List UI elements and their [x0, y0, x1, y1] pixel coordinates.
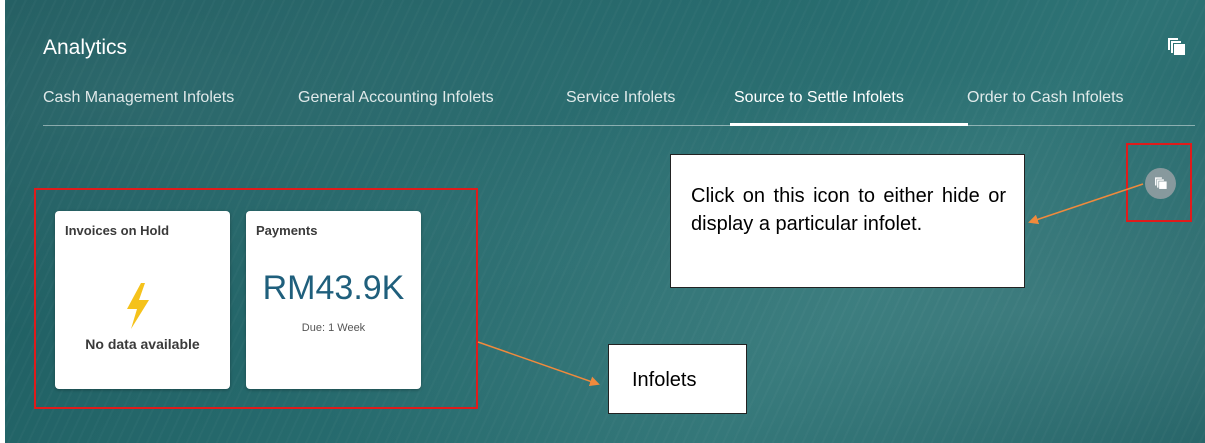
icon-callout: Click on this icon to either hide or dis…	[670, 154, 1025, 288]
arrow-to-icon	[1028, 183, 1144, 225]
page: Analytics Cash Management Infolets Gener…	[0, 0, 1205, 443]
arrow-to-infolets	[477, 341, 600, 387]
infolets-callout: Infolets	[608, 344, 747, 414]
